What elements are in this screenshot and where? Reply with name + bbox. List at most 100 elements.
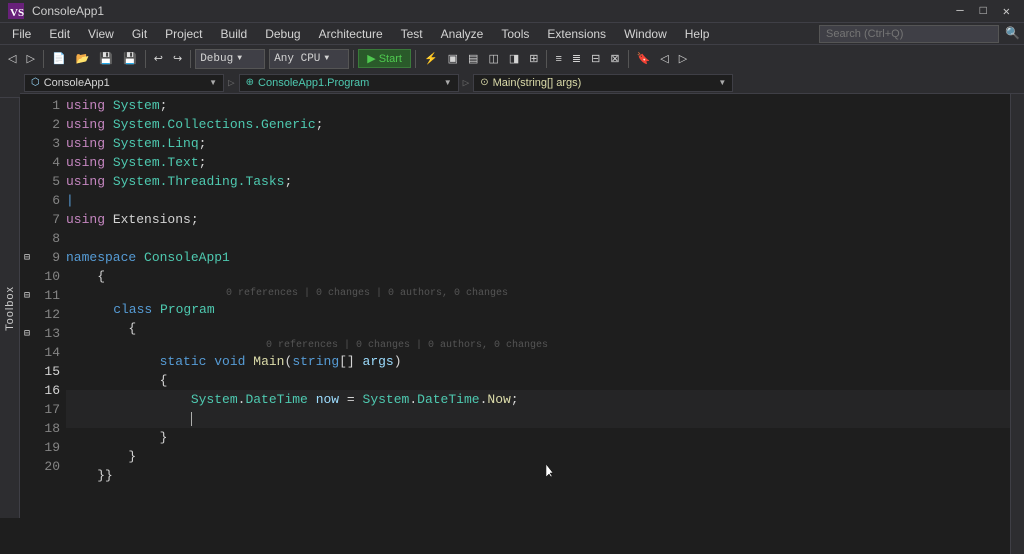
open-btn[interactable]: 📂 bbox=[72, 50, 94, 67]
bookmark-btn[interactable]: 🔖 bbox=[633, 50, 655, 67]
ln-19: 19 bbox=[34, 438, 60, 457]
minimize-icon[interactable]: ─ bbox=[950, 4, 969, 19]
search-icon[interactable]: 🔍 bbox=[1005, 26, 1020, 41]
kw-using-3: using bbox=[66, 134, 105, 153]
nav-method-label: Main(string[] args) bbox=[493, 77, 582, 89]
window-controls: ─ □ ✕ bbox=[950, 4, 1016, 19]
code-line-19: }} bbox=[66, 466, 1010, 485]
tb-btn-7[interactable]: ≣ bbox=[568, 50, 585, 67]
ns-system-1: System bbox=[113, 96, 160, 115]
new-file-btn[interactable]: 📄 bbox=[48, 50, 70, 67]
kw-void: void bbox=[214, 352, 245, 371]
ln-14: 14 bbox=[34, 343, 60, 362]
kw-using-5: using bbox=[66, 172, 105, 191]
ln-12: 12 bbox=[34, 305, 60, 324]
menu-architecture[interactable]: Architecture bbox=[311, 25, 391, 43]
toolbar-sep-2 bbox=[145, 50, 146, 68]
menu-project[interactable]: Project bbox=[157, 25, 210, 43]
fold-19 bbox=[20, 438, 34, 457]
nav-project-icon: ⬡ bbox=[31, 77, 40, 88]
code-editor[interactable]: using System; using System.Collections.G… bbox=[66, 94, 1010, 554]
menu-tools[interactable]: Tools bbox=[493, 25, 537, 43]
back-btn[interactable]: ◁ bbox=[4, 50, 20, 67]
prev-bookmark-btn[interactable]: ◁ bbox=[656, 50, 672, 67]
code-line-7: using Extensions; bbox=[66, 210, 1010, 229]
code-line-18: } bbox=[66, 447, 1010, 466]
scrollbar[interactable] bbox=[1010, 94, 1024, 554]
menu-file[interactable]: File bbox=[4, 25, 39, 43]
fold-6 bbox=[20, 191, 34, 210]
toolbar-sep-7 bbox=[628, 50, 629, 68]
code-line-9: namespace ConsoleApp1 bbox=[66, 248, 1010, 267]
ln-4: 4 bbox=[34, 153, 60, 172]
tb-btn-9[interactable]: ⊠ bbox=[606, 50, 623, 67]
close-icon[interactable]: ✕ bbox=[997, 4, 1016, 19]
var-now: now bbox=[316, 390, 339, 409]
menu-help[interactable]: Help bbox=[677, 25, 718, 43]
tb-btn-2[interactable]: ▤ bbox=[464, 50, 482, 67]
tb-btn-5[interactable]: ⊞ bbox=[525, 50, 542, 67]
type-system: System bbox=[191, 390, 238, 409]
ref-info-2: 0 references | 0 changes | 0 authors, 0 … bbox=[66, 338, 1010, 352]
fold-18 bbox=[20, 419, 34, 438]
menu-analyze[interactable]: Analyze bbox=[433, 25, 492, 43]
vs-logo-icon: VS bbox=[8, 3, 24, 19]
platform-dropdown[interactable]: Any CPU ▼ bbox=[269, 49, 349, 69]
tb-btn-4[interactable]: ◨ bbox=[505, 50, 523, 67]
nav-project-dropdown[interactable]: ⬡ ConsoleApp1 ▼ bbox=[24, 74, 224, 92]
menu-debug[interactable]: Debug bbox=[257, 25, 308, 43]
menu-test[interactable]: Test bbox=[393, 25, 431, 43]
nav-project-arrow: ▼ bbox=[209, 78, 217, 87]
ns-tasks: System.Threading.Tasks bbox=[113, 172, 285, 191]
fold-14 bbox=[20, 343, 34, 362]
tb-btn-8[interactable]: ⊟ bbox=[587, 50, 604, 67]
fold-20 bbox=[20, 457, 34, 476]
menu-extensions[interactable]: Extensions bbox=[539, 25, 614, 43]
undo-btn[interactable]: ↩ bbox=[150, 50, 167, 67]
fold-15 bbox=[20, 362, 34, 381]
ln-2: 2 bbox=[34, 115, 60, 134]
menu-edit[interactable]: Edit bbox=[41, 25, 78, 43]
debug-config-arrow-icon: ▼ bbox=[237, 54, 242, 63]
nav-method-dropdown[interactable]: ⊙ Main(string[] args) ▼ bbox=[473, 74, 733, 92]
toolbox-sidebar[interactable]: Toolbox bbox=[0, 98, 20, 518]
svg-text:VS: VS bbox=[10, 7, 24, 19]
code-line-14: { bbox=[66, 371, 1010, 390]
cursor bbox=[191, 412, 192, 426]
tb-btn-6[interactable]: ≡ bbox=[551, 51, 565, 67]
redo-btn[interactable]: ↪ bbox=[169, 50, 186, 67]
save-btn[interactable]: 💾 bbox=[95, 50, 117, 67]
fold-3 bbox=[20, 134, 34, 153]
title-bar-left: VS ConsoleApp1 bbox=[8, 3, 104, 19]
menu-build[interactable]: Build bbox=[213, 25, 256, 43]
attach-btn[interactable]: ⚡ bbox=[420, 50, 442, 67]
tb-btn-3[interactable]: ◫ bbox=[484, 50, 502, 67]
fold-12 bbox=[20, 305, 34, 324]
nav-class-dropdown[interactable]: ⊕ ConsoleApp1.Program ▼ bbox=[239, 74, 459, 92]
start-btn[interactable]: ▶ Start bbox=[358, 49, 411, 68]
ln-13: 13 bbox=[34, 324, 60, 343]
ln-7: 7 bbox=[34, 210, 60, 229]
tb-btn-1[interactable]: ▣ bbox=[444, 50, 462, 67]
param-args: args bbox=[363, 352, 394, 371]
code-line-6: | bbox=[66, 191, 1010, 210]
code-area: ⊟ ⊟ ⊟ 1 2 3 4 5 6 7 8 9 10 11 12 13 14 1… bbox=[20, 94, 1024, 554]
kw-using-4: using bbox=[66, 153, 105, 172]
type-datetime-2: DateTime bbox=[417, 390, 479, 409]
ln-16: 16 bbox=[34, 381, 60, 400]
debug-config-dropdown[interactable]: Debug ▼ bbox=[195, 49, 265, 69]
fold-11: ⊟ bbox=[20, 286, 34, 305]
code-line-12: { bbox=[66, 319, 1010, 338]
menu-bar: File Edit View Git Project Build Debug A… bbox=[0, 22, 1024, 44]
forward-btn[interactable]: ▷ bbox=[22, 50, 38, 67]
type-datetime-1: DateTime bbox=[245, 390, 307, 409]
toolbar-sep-5 bbox=[415, 50, 416, 68]
menu-view[interactable]: View bbox=[80, 25, 122, 43]
save-all-btn[interactable]: 💾 bbox=[119, 50, 141, 67]
menu-window[interactable]: Window bbox=[616, 25, 675, 43]
search-input[interactable] bbox=[819, 25, 999, 43]
ns-linq: System.Linq bbox=[113, 134, 199, 153]
menu-git[interactable]: Git bbox=[124, 25, 155, 43]
next-bookmark-btn[interactable]: ▷ bbox=[675, 50, 691, 67]
maximize-icon[interactable]: □ bbox=[974, 4, 993, 19]
